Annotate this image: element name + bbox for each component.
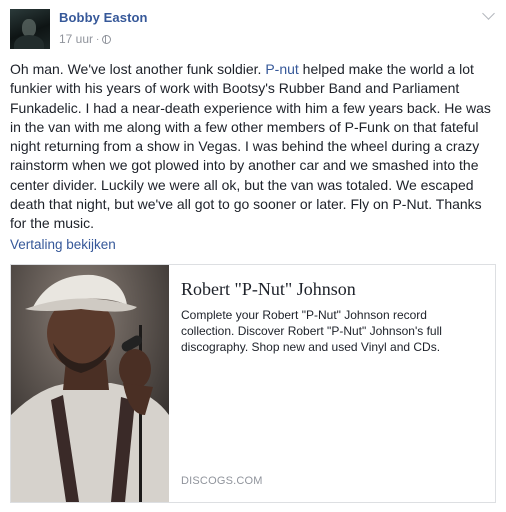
link-preview-card[interactable]: Robert "P-Nut" Johnson Complete your Rob… bbox=[10, 264, 496, 503]
meta-separator: · bbox=[96, 33, 100, 45]
mention-link[interactable]: P-nut bbox=[265, 61, 298, 77]
post-header: Bobby Easton 17 uur · bbox=[10, 7, 496, 49]
card-image[interactable] bbox=[11, 265, 169, 502]
post-text: Oh man. We've lost another funk soldier.… bbox=[10, 60, 498, 234]
avatar[interactable] bbox=[10, 9, 50, 49]
author-name[interactable]: Bobby Easton bbox=[59, 10, 148, 25]
chevron-down-icon[interactable] bbox=[482, 7, 495, 20]
singer-photo bbox=[11, 265, 169, 502]
see-translation-link[interactable]: Vertaling bekijken bbox=[10, 237, 116, 252]
globe-icon[interactable] bbox=[102, 34, 112, 44]
post-meta: 17 uur · bbox=[59, 32, 112, 46]
card-domain: DISCOGS.COM bbox=[181, 475, 263, 487]
post-text-intro: Oh man. We've lost another funk soldier. bbox=[10, 61, 266, 77]
card-description: Complete your Robert "P-Nut" Johnson rec… bbox=[181, 308, 442, 354]
card-title[interactable]: Robert "P-Nut" Johnson bbox=[181, 279, 356, 300]
post-timestamp[interactable]: 17 uur bbox=[59, 32, 93, 46]
card-body: Robert "P-Nut" Johnson Complete your Rob… bbox=[181, 265, 485, 502]
post-text-body: helped make the world a lot funkier with… bbox=[10, 61, 491, 232]
avatar-shoulders bbox=[14, 35, 44, 49]
